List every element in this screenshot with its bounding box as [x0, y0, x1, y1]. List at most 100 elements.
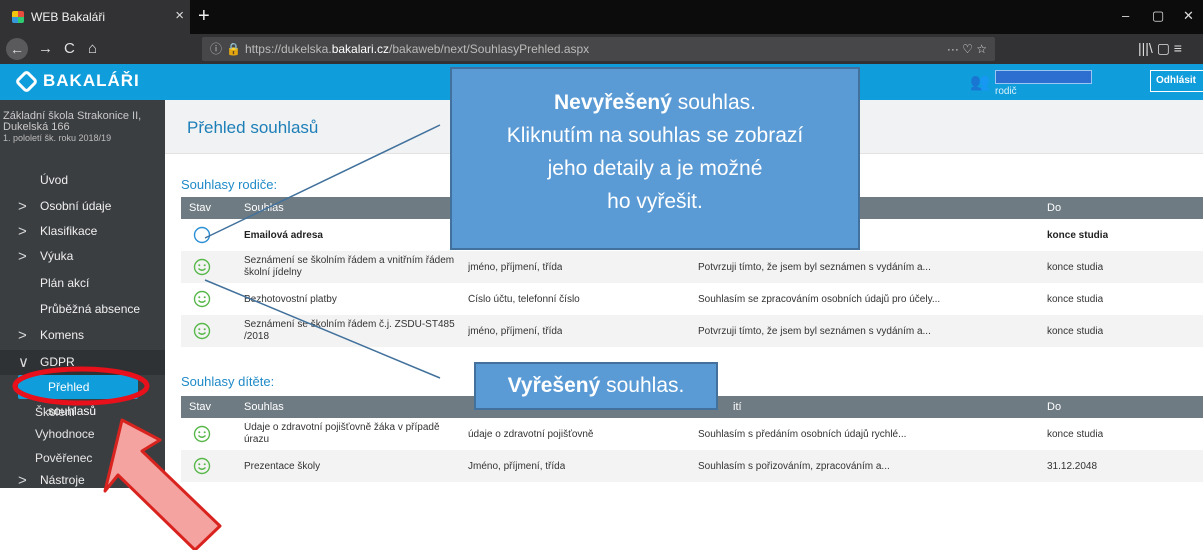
col-stav: Stav [189, 202, 212, 214]
window-close-icon[interactable]: ✕ [1183, 8, 1194, 24]
resolved-smiley-icon [193, 457, 211, 475]
resolved-smiley-icon [193, 258, 211, 276]
navigation-bar: ← → C ⌂ ⓘ 🔒 https://dukelska.bakalari.cz/b… [0, 34, 1203, 64]
col-do: Do [1047, 202, 1062, 214]
chevron-right-icon: > [18, 472, 27, 488]
url-prefix: https://dukelska. [244, 42, 332, 56]
sidebar-item-uvod[interactable]: Úvod [0, 168, 165, 193]
school-address: Dukelská 166 [3, 121, 70, 133]
resolved-smiley-icon [193, 290, 211, 308]
resolved-smiley-icon [193, 425, 211, 443]
consent-name: Seznámení se školním řádem č.j. ZSDU-ST4… [244, 319, 455, 342]
table-row[interactable]: Prezentace školy Jméno, příjmení, třída So… [181, 450, 1203, 482]
col-stav: Stav [189, 401, 212, 413]
sidebar-item-nastroje[interactable]: > Nástroje [0, 468, 165, 488]
info-icon[interactable]: ⓘ [210, 42, 222, 56]
sidebar-item-label: Klasifikace [40, 224, 98, 238]
sidebar-item-komens[interactable]: > Komens [0, 323, 165, 348]
table-row[interactable]: Bezhotovostní platby Číslo účtu, telefonn… [181, 283, 1203, 315]
forward-icon[interactable]: → [38, 39, 53, 59]
user-icon: 👥 [970, 74, 990, 91]
page-title: Přehled souhlasů [187, 118, 319, 137]
sidebar-item-label: Průběžná absence [40, 302, 141, 316]
resolved-callout: Vyřešený souhlas. [474, 362, 718, 410]
sidebar-item-osobni-udaje[interactable]: > Osobní údaje [0, 194, 165, 219]
home-icon[interactable]: ⌂ [88, 39, 97, 59]
sidebar-item-vyuka[interactable]: > Výuka [0, 244, 165, 269]
school-info: Základní škola Strakonice II, Dukelská 1… [3, 111, 163, 144]
consent-until: konce studia [1047, 429, 1104, 440]
url-bar[interactable]: ⓘ 🔒 https://dukelska.bakalari.cz/bakaweb/n… [202, 37, 995, 61]
consent-purpose: Souhlasím s pořizováním, zpracováním a..… [698, 461, 890, 472]
callout-bold: Nevyřešený [554, 91, 672, 114]
sidebar-item-label: Úvod [40, 173, 69, 187]
consent-name: Prezentace školy [244, 461, 321, 472]
sidebar-subitem-vyhodnoceni[interactable]: Vyhodnoce [35, 422, 165, 446]
library-icons[interactable]: |||\ ▢ ≡ [1138, 40, 1182, 57]
minimize-icon[interactable]: – [1122, 8, 1129, 23]
unresolved-status-icon [193, 226, 211, 244]
col-ucel: ití [733, 401, 742, 413]
bakalari-logo-icon [14, 68, 39, 94]
sidebar-item-klasifikace[interactable]: > Klasifikace [0, 219, 165, 244]
chevron-down-icon: ∨ [18, 354, 29, 371]
table-row[interactable]: Údaje o zdravotní pojišťovně žáka v příp… [181, 418, 1203, 450]
reload-icon[interactable]: C [64, 39, 75, 59]
sidebar-item-plan-akci[interactable]: Plán akcí [0, 271, 165, 296]
lock-icon: 🔒 [226, 42, 241, 56]
consent-name: Seznámení se školním řádem a vnitřním řá… [244, 255, 455, 278]
consent-name: Bezhotovostní platby [244, 294, 337, 305]
maximize-icon[interactable]: ▢ [1152, 8, 1164, 24]
sidebar-item-label: Osobní údaje [40, 199, 112, 213]
sidebar-subitem-skoleni[interactable]: Školení [35, 400, 165, 424]
callout-line: ho vyřešit. [607, 190, 703, 213]
consent-purpose: Souhlasím s předáním osobních údajů rych… [698, 429, 907, 440]
parent-consents-title: Souhlasy rodiče: [181, 177, 278, 192]
consent-purpose: Potvrzuji tímto, že jsem byl seznámen s … [698, 326, 931, 337]
user-role: rodič [995, 86, 1017, 97]
redacted-username [995, 70, 1092, 84]
new-tab-button[interactable]: + [198, 5, 210, 27]
logout-button[interactable]: Odhlásit [1150, 70, 1203, 92]
unresolved-callout: Nevyřešený souhlas. Kliknutím na souhlas… [450, 67, 860, 250]
col-souhlas: Souhlas [244, 202, 284, 214]
url-host: bakalari.cz [331, 42, 390, 56]
chevron-right-icon: > [18, 248, 27, 265]
consent-until: konce studia [1047, 326, 1104, 337]
bakalari-logo[interactable]: BAKALÁŘI [14, 68, 140, 94]
page-actions-icons[interactable]: ··· ♡ ☆ [947, 37, 987, 61]
consent-name: Údaje o zdravotní pojišťovně žáka v příp… [244, 422, 440, 445]
browser-tab[interactable]: WEB Bakaláři × [0, 0, 190, 34]
table-row[interactable]: Seznámení se školním řádem a vnitřním řá… [181, 251, 1203, 283]
callout-bold: Vyřešený [507, 374, 601, 397]
sidebar-subitem-prehled-souhlasu[interactable]: Přehled souhlasů [18, 375, 138, 418]
sidebar-item-label: Komens [40, 328, 85, 342]
tab-bar: WEB Bakaláři × + – ▢ ✕ [0, 0, 1203, 34]
sidebar-item-label: Výuka [40, 249, 74, 263]
callout-line: Kliknutím na souhlas se zobrazí [506, 124, 804, 147]
sidebar-subitem-poverenec[interactable]: Pověřenec [35, 446, 165, 470]
consent-until: konce studia [1047, 294, 1104, 305]
consent-purpose: Souhlasím se zpracováním osobních údajů … [698, 294, 941, 305]
sidebar: Základní škola Strakonice II, Dukelská 1… [0, 100, 165, 488]
sidebar-item-gdpr[interactable]: ∨ GDPR [0, 350, 165, 375]
sidebar-item-label: Plán akcí [40, 276, 90, 290]
callout-text: souhlas. [671, 91, 756, 114]
consent-name: Emailová adresa [244, 230, 323, 241]
consent-data: Číslo účtu, telefonní číslo [468, 294, 580, 305]
consent-until: 31.12.2048 [1047, 461, 1098, 472]
consent-purpose: Potvrzuji tímto, že jsem byl seznámen s … [698, 262, 931, 273]
bakalari-favicon-icon [12, 11, 24, 23]
brand-name: BAKALÁŘI [43, 71, 140, 90]
consent-data: údaje o zdravotní pojišťovně [468, 429, 594, 440]
consent-until: konce studia [1047, 262, 1104, 273]
sidebar-item-label: GDPR [40, 355, 75, 369]
consent-data: Jméno, příjmení, třída [468, 461, 566, 472]
chevron-right-icon: > [18, 198, 27, 215]
tab-close-icon[interactable]: × [175, 8, 184, 24]
tab-title: WEB Bakaláři [31, 10, 106, 24]
sidebar-item-prubezna-absence[interactable]: Průběžná absence [0, 297, 165, 322]
child-consents-title: Souhlasy dítěte: [181, 374, 275, 389]
table-row[interactable]: Seznámení se školním řádem č.j. ZSDU-ST4… [181, 315, 1203, 347]
back-icon[interactable]: ← [6, 38, 28, 60]
